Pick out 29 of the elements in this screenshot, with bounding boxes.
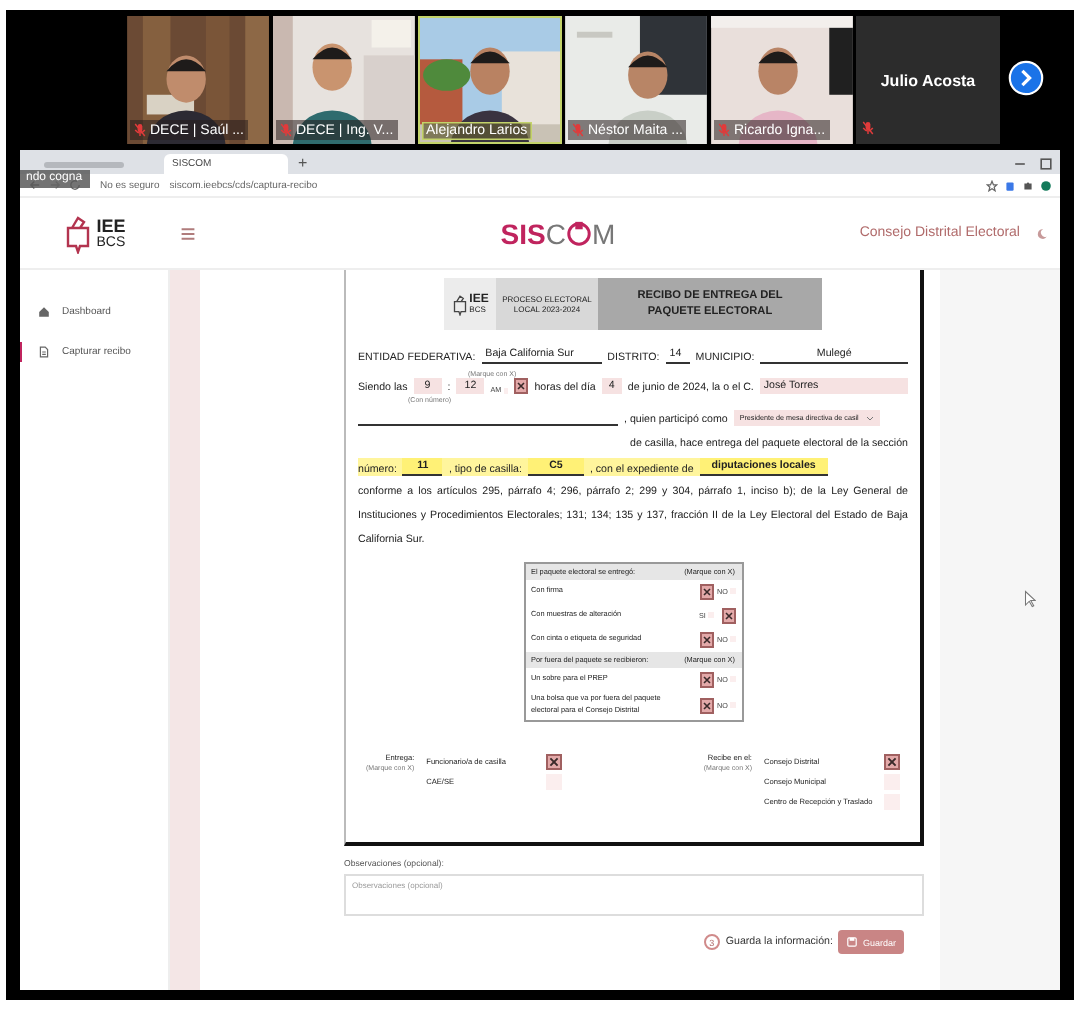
cursor-icon: [1024, 590, 1036, 608]
brand-text: SIS: [500, 217, 546, 249]
ballot-box-icon: [64, 213, 93, 253]
ballot-circle-icon: [565, 220, 592, 246]
participant-name: Julio Acosta: [880, 71, 976, 89]
next-button[interactable]: [1008, 60, 1044, 96]
checkbox[interactable]: [699, 697, 713, 714]
checkbox[interactable]: [884, 753, 900, 770]
star-icon[interactable]: [986, 179, 998, 191]
profile-icon[interactable]: [1040, 179, 1052, 191]
new-tab-button[interactable]: +: [292, 154, 314, 174]
brand-text: C: [545, 217, 566, 249]
ballot-box-icon: [451, 293, 468, 315]
checkbox[interactable]: [546, 773, 563, 790]
checkbox[interactable]: [699, 671, 713, 688]
checkbox[interactable]: [884, 773, 900, 790]
logo-text: IEE: [96, 217, 126, 235]
document-icon: [38, 346, 50, 358]
extension-icon[interactable]: [1004, 179, 1016, 191]
menu-icon[interactable]: [180, 225, 196, 241]
save-icon: [846, 936, 859, 948]
brand-text: M: [591, 217, 616, 249]
checkbox[interactable]: [721, 607, 735, 624]
checkbox[interactable]: [699, 631, 713, 648]
checkbox[interactable]: [514, 378, 529, 394]
checkbox[interactable]: [546, 753, 563, 770]
checkbox[interactable]: [699, 583, 713, 600]
home-icon: [38, 306, 50, 318]
maximize-icon[interactable]: [1038, 156, 1054, 172]
